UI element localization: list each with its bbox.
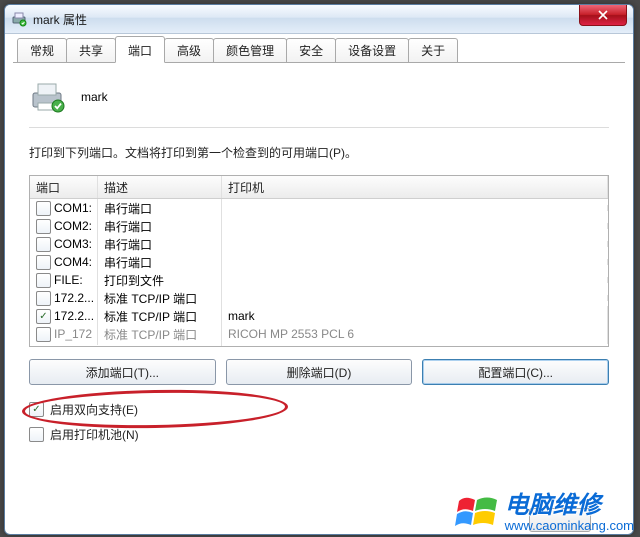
add-port-label: 添加端口(T)...: [86, 364, 159, 381]
tab-1[interactable]: 共享: [66, 38, 116, 62]
cell-printer: [222, 295, 608, 301]
printer-name: mark: [81, 90, 108, 104]
configure-port-button[interactable]: 配置端口(C)...: [422, 359, 609, 385]
client-area: 常规共享端口高级颜色管理安全设备设置关于 mark 打印到下列端口。文档将打印到…: [13, 39, 625, 526]
col-desc[interactable]: 描述: [98, 176, 222, 198]
row-checkbox[interactable]: [36, 255, 51, 270]
row-checkbox[interactable]: [36, 291, 51, 306]
option-bidirectional[interactable]: ✓ 启用双向支持(E): [29, 401, 609, 418]
checkbox-pool[interactable]: [29, 427, 44, 442]
ports-list[interactable]: 端口 描述 打印机 COM1:串行端口COM2:串行端口COM3:串行端口COM…: [29, 175, 609, 347]
close-icon: [598, 10, 608, 20]
tab-2[interactable]: 端口: [115, 36, 165, 63]
cell-printer: mark: [222, 306, 608, 326]
cell-printer: [222, 259, 608, 265]
col-port[interactable]: 端口: [30, 176, 98, 198]
tab-6[interactable]: 设备设置: [335, 38, 409, 62]
printer-icon: [29, 81, 65, 113]
cell-port: COM3:: [54, 237, 92, 251]
cell-printer: [222, 205, 608, 211]
tab-4[interactable]: 颜色管理: [213, 38, 287, 62]
row-checkbox[interactable]: [36, 219, 51, 234]
window-title: mark 属性: [33, 11, 87, 28]
row-checkbox[interactable]: [36, 237, 51, 252]
tab-5[interactable]: 安全: [286, 38, 336, 62]
option-pool-label: 启用打印机池(N): [50, 426, 139, 443]
cell-port: COM4:: [54, 255, 92, 269]
cell-printer: [222, 223, 608, 229]
configure-port-label: 配置端口(C)...: [478, 364, 553, 381]
cell-port: 172.2...: [54, 291, 94, 305]
row-checkbox[interactable]: ✓: [36, 309, 51, 324]
col-printer[interactable]: 打印机: [222, 176, 608, 198]
close-button[interactable]: [579, 4, 627, 26]
tab-0[interactable]: 常规: [17, 38, 67, 62]
tab-7[interactable]: 关于: [408, 38, 458, 62]
option-pool[interactable]: 启用打印机池(N): [29, 426, 609, 443]
row-checkbox[interactable]: [36, 327, 51, 342]
add-port-button[interactable]: 添加端口(T)...: [29, 359, 216, 385]
titlebar: mark 属性: [5, 5, 633, 34]
ports-description: 打印到下列端口。文档将打印到第一个检查到的可用端口(P)。: [29, 144, 609, 161]
divider: [29, 127, 609, 128]
option-bidirectional-label: 启用双向支持(E): [50, 401, 138, 418]
cell-port: COM1:: [54, 201, 92, 215]
row-checkbox[interactable]: [36, 273, 51, 288]
cell-port: 172.2...: [54, 309, 94, 323]
cell-port: COM2:: [54, 219, 92, 233]
table-row[interactable]: IP_172 标准 TCP/IP 端口RICOH MP 2553 PCL 6: [30, 325, 608, 343]
cell-port: IP_172: [54, 327, 92, 341]
checkbox-bidirectional[interactable]: ✓: [29, 402, 44, 417]
cell-port: FILE:: [54, 273, 83, 287]
tab-3[interactable]: 高级: [164, 38, 214, 62]
row-checkbox[interactable]: [36, 201, 51, 216]
cell-printer: [222, 241, 608, 247]
cell-printer: RICOH MP 2553 PCL 6: [222, 324, 608, 344]
ports-list-header: 端口 描述 打印机: [30, 176, 608, 199]
delete-port-button[interactable]: 删除端口(D): [226, 359, 413, 385]
cell-printer: [222, 277, 608, 283]
tab-page-ports: mark 打印到下列端口。文档将打印到第一个检查到的可用端口(P)。 端口 描述…: [13, 63, 625, 455]
tab-strip: 常规共享端口高级颜色管理安全设备设置关于: [13, 39, 625, 63]
partial-bottom-button[interactable]: [529, 508, 591, 532]
ports-rows[interactable]: COM1:串行端口COM2:串行端口COM3:串行端口COM4:串行端口FILE…: [30, 199, 608, 347]
cell-desc: 标准 TCP/IP 端口: [98, 323, 222, 346]
delete-port-label: 删除端口(D): [287, 364, 352, 381]
properties-window: mark 属性 常规共享端口高级颜色管理安全设备设置关于 mark 打印到下列端…: [4, 4, 634, 535]
printer-small-icon: [11, 11, 27, 27]
